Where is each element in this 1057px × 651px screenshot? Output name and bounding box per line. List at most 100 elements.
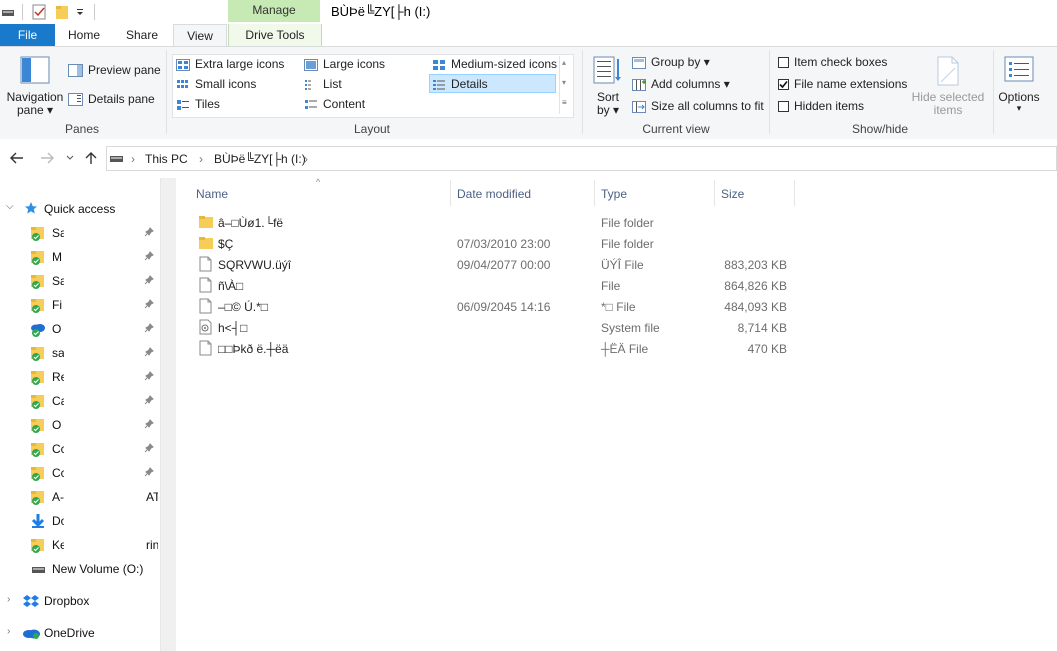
recent-locations-chevron-icon[interactable]: [66, 155, 74, 161]
file-name-extensions-toggle[interactable]: File name extensions: [778, 77, 907, 91]
dropbox-expand-chevron-icon[interactable]: ›: [7, 594, 10, 605]
nav-item-onedrive[interactable]: OneDrive: [44, 626, 95, 640]
file-name[interactable]: –□© Ú.*□: [218, 300, 268, 314]
pin-icon[interactable]: [144, 395, 154, 405]
column-separator[interactable]: [794, 180, 795, 206]
pin-button[interactable]: [144, 467, 154, 480]
list-option[interactable]: List: [304, 77, 342, 91]
pin-button[interactable]: [144, 323, 154, 336]
preview-pane-button[interactable]: Preview pane: [68, 63, 161, 78]
file-name[interactable]: h<┤□: [218, 321, 247, 335]
quick-access-folder[interactable]: Re: [52, 370, 64, 384]
column-header-name[interactable]: Name: [196, 187, 228, 201]
medium-icons-option[interactable]: Medium-sized icons: [432, 57, 557, 71]
pin-icon[interactable]: [144, 299, 154, 309]
quick-access-folder[interactable]: Do: [52, 514, 64, 528]
column-header-type[interactable]: Type: [601, 187, 627, 201]
pin-icon[interactable]: [144, 251, 154, 261]
onedrive-expand-chevron-icon[interactable]: ›: [7, 626, 10, 637]
pin-button[interactable]: [144, 443, 154, 456]
pin-button[interactable]: [144, 275, 154, 288]
tab-home[interactable]: Home: [60, 24, 108, 46]
item-check-boxes-checkbox[interactable]: [778, 57, 789, 69]
file-name[interactable]: ñ\À□: [218, 279, 243, 293]
pin-button[interactable]: [144, 299, 154, 312]
tab-view[interactable]: View: [173, 24, 227, 48]
quick-access-item[interactable]: Quick access: [44, 202, 115, 216]
quick-access-folder[interactable]: Ca: [52, 394, 64, 408]
options-button[interactable]: Options ▾: [996, 54, 1042, 118]
breadcrumb-this-pc[interactable]: This PC: [145, 152, 188, 166]
column-header-size[interactable]: Size: [721, 187, 744, 201]
file-name-extensions-checkbox[interactable]: [778, 79, 789, 91]
quick-access-folder[interactable]: M: [52, 250, 62, 264]
small-icons-option[interactable]: Small icons: [176, 77, 256, 91]
breadcrumb-current-drive[interactable]: BÙÞë╚ZY[├h (I:): [214, 152, 306, 166]
column-separator[interactable]: [594, 180, 595, 206]
pin-icon[interactable]: [144, 419, 154, 429]
nav-item-dropbox[interactable]: Dropbox: [44, 594, 89, 608]
drive-icon[interactable]: [2, 8, 14, 17]
breadcrumb-separator[interactable]: ›: [304, 152, 308, 166]
add-columns-button[interactable]: Add columns ▾: [632, 77, 730, 91]
gallery-up-icon[interactable]: ▴: [562, 58, 566, 67]
large-icons-option[interactable]: Large icons: [304, 57, 385, 71]
quick-access-collapse-chevron-icon[interactable]: ⌵: [6, 201, 14, 212]
quick-access-folder[interactable]: Sa: [52, 226, 64, 240]
column-separator[interactable]: [450, 180, 451, 206]
pin-icon[interactable]: [144, 347, 154, 357]
sort-by-button[interactable]: Sort by ▾: [590, 54, 626, 118]
back-arrow-icon[interactable]: [10, 152, 24, 164]
pin-icon[interactable]: [144, 275, 154, 285]
pin-icon[interactable]: [144, 467, 154, 477]
up-arrow-icon[interactable]: [85, 151, 97, 165]
size-all-columns-button[interactable]: Size all columns to fit: [632, 99, 764, 113]
nav-item-new-volume[interactable]: New Volume (O:): [52, 562, 143, 576]
details-option[interactable]: Details: [432, 77, 488, 91]
gallery-down-icon[interactable]: ▾: [562, 78, 566, 87]
group-by-button[interactable]: Group by ▾: [632, 55, 710, 69]
extra-large-icons-option[interactable]: Extra large icons: [176, 57, 284, 71]
hidden-items-checkbox[interactable]: [778, 101, 789, 113]
new-folder-icon[interactable]: [55, 4, 69, 20]
quick-access-folder[interactable]: A-: [52, 490, 64, 504]
pin-button[interactable]: [144, 419, 154, 432]
quick-access-folder[interactable]: Sa: [52, 274, 64, 288]
quick-access-folder[interactable]: Ke: [52, 538, 64, 552]
column-separator[interactable]: [714, 180, 715, 206]
quick-access-folder[interactable]: Cc: [52, 466, 64, 480]
content-option[interactable]: Content: [304, 97, 365, 111]
details-pane-button[interactable]: Details pane: [68, 92, 155, 107]
breadcrumb-separator[interactable]: ›: [131, 152, 135, 166]
pin-button[interactable]: [144, 371, 154, 384]
layout-gallery-scroll[interactable]: ▴ ▾ ≡: [559, 56, 572, 114]
pin-button[interactable]: [144, 251, 154, 264]
file-name[interactable]: SQRVWU.üýî: [218, 258, 291, 272]
tab-drive-tools[interactable]: Drive Tools: [228, 24, 322, 46]
quick-access-folder[interactable]: O: [52, 322, 61, 336]
tiles-option[interactable]: Tiles: [176, 97, 220, 111]
quick-access-folder[interactable]: Cc: [52, 442, 64, 456]
navigation-pane-button[interactable]: Navigation pane ▾: [6, 54, 64, 118]
tab-share[interactable]: Share: [118, 24, 166, 46]
tab-file[interactable]: File: [0, 24, 55, 46]
pin-button[interactable]: [144, 227, 154, 240]
forward-arrow-icon[interactable]: [40, 152, 54, 164]
quick-access-folder[interactable]: sa: [52, 346, 64, 360]
pin-icon[interactable]: [144, 443, 154, 453]
file-name[interactable]: $Ç: [218, 237, 233, 251]
pin-button[interactable]: [144, 347, 154, 360]
quick-access-folder[interactable]: Fi: [52, 298, 62, 312]
qat-dropdown-icon[interactable]: [76, 8, 84, 16]
breadcrumb-separator[interactable]: ›: [199, 152, 203, 166]
pin-icon[interactable]: [144, 371, 154, 381]
file-name[interactable]: â–□Ùø1.└fë: [218, 216, 283, 230]
file-name[interactable]: □□Þkð ë.┼ëä: [218, 342, 288, 356]
pin-icon[interactable]: [144, 323, 154, 333]
quick-access-folder[interactable]: O: [52, 418, 61, 432]
hidden-items-toggle[interactable]: Hidden items: [778, 99, 864, 113]
hide-selected-items-button[interactable]: Hide selected items: [908, 54, 988, 118]
properties-icon[interactable]: [32, 4, 46, 20]
gallery-expand-icon[interactable]: ≡: [562, 98, 567, 107]
pin-icon[interactable]: [144, 227, 154, 237]
